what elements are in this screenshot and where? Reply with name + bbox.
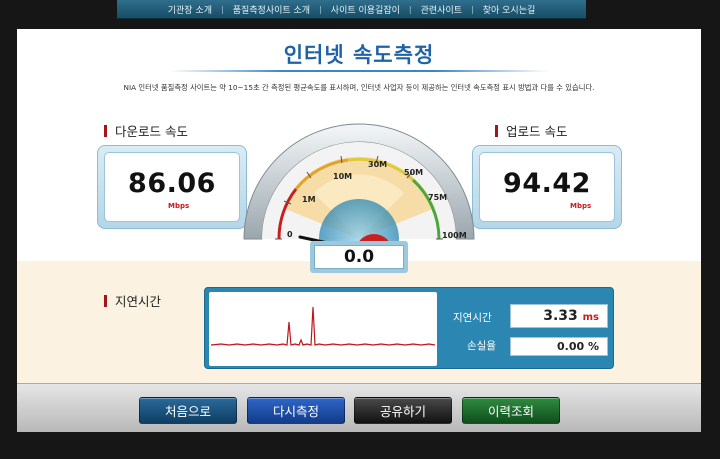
upload-label: 업로드 속도 xyxy=(495,121,567,140)
gauge-tick-label: 10M xyxy=(333,172,352,181)
home-button[interactable]: 처음으로 xyxy=(139,397,237,424)
latency-graph-svg xyxy=(210,306,436,346)
delay-value: 3.33 xyxy=(543,308,578,324)
gauge-tick-label: 0 xyxy=(287,230,293,239)
download-label: 다운로드 속도 xyxy=(104,121,188,140)
share-button[interactable]: 공유하기 xyxy=(354,397,452,424)
title-underline xyxy=(169,70,549,72)
nav-item-guide[interactable]: 사이트 이용길잡이 xyxy=(322,3,409,16)
gauge-tick-label: 100M xyxy=(442,231,467,240)
button-bar: 처음으로 다시측정 공유하기 이력조회 xyxy=(17,383,701,432)
speed-test-panel: 인터넷 속도측정 NIA 인터넷 품질측정 사이트는 약 10~15초 간 측정… xyxy=(17,29,701,432)
loss-value: 0.00 xyxy=(556,340,585,353)
upload-speed-unit: Mbps xyxy=(570,202,592,210)
speed-gauge: 0 1M 10M 30M 50M 75M 100M xyxy=(243,123,475,257)
label-marker xyxy=(104,294,107,307)
remeasure-button[interactable]: 다시측정 xyxy=(247,397,345,424)
download-speed-box: 86.06 Mbps xyxy=(97,145,247,229)
download-label-text: 다운로드 속도 xyxy=(115,124,188,139)
nav-item-related-sites[interactable]: 관련사이트 xyxy=(412,3,471,16)
delay-label: 지연시간 xyxy=(453,312,492,324)
label-marker xyxy=(104,124,107,137)
upload-label-text: 업로드 속도 xyxy=(506,124,568,139)
latency-section-label: 지연시간 xyxy=(104,291,161,310)
gauge-tick-label: 1M xyxy=(302,195,316,204)
upload-speed-box: 94.42 Mbps xyxy=(472,145,622,229)
latency-graph xyxy=(209,292,437,366)
gauge-readout-value: 0.0 xyxy=(314,245,404,269)
nav-item-director[interactable]: 기관장 소개 xyxy=(159,3,221,16)
label-marker xyxy=(495,124,498,137)
top-navigation: 기관장 소개 | 품질측정사이트 소개 | 사이트 이용길잡이 | 관련사이트 … xyxy=(117,0,586,19)
latency-panel: 지연시간 3.33 ms 손실율 0.00 % xyxy=(204,287,614,369)
delay-unit: ms xyxy=(582,312,599,323)
page-description: NIA 인터넷 품질측정 사이트는 약 10~15초 간 측정된 평균속도를 표… xyxy=(123,83,595,92)
download-speed-unit: Mbps xyxy=(168,202,190,210)
download-speed-value: 86.06 xyxy=(128,168,216,199)
gauge-tick-label: 50M xyxy=(404,168,423,177)
latency-section-text: 지연시간 xyxy=(115,294,162,309)
gauge-tick-label: 75M xyxy=(428,193,447,202)
nav-item-site-intro[interactable]: 품질측정사이트 소개 xyxy=(224,3,319,16)
upload-speed-value: 94.42 xyxy=(503,168,591,199)
loss-label: 손실율 xyxy=(467,340,496,352)
loss-unit: % xyxy=(587,340,599,353)
gauge-tick-label: 30M xyxy=(368,160,387,169)
loss-value-box: 0.00 % xyxy=(510,337,608,356)
history-button[interactable]: 이력조회 xyxy=(462,397,560,424)
latency-graph-line xyxy=(210,306,436,346)
delay-value-box: 3.33 ms xyxy=(510,304,608,328)
page-title: 인터넷 속도측정 xyxy=(283,43,435,67)
gauge-readout: 0.0 xyxy=(310,241,408,273)
nav-item-directions[interactable]: 찾아 오시는길 xyxy=(474,3,545,16)
